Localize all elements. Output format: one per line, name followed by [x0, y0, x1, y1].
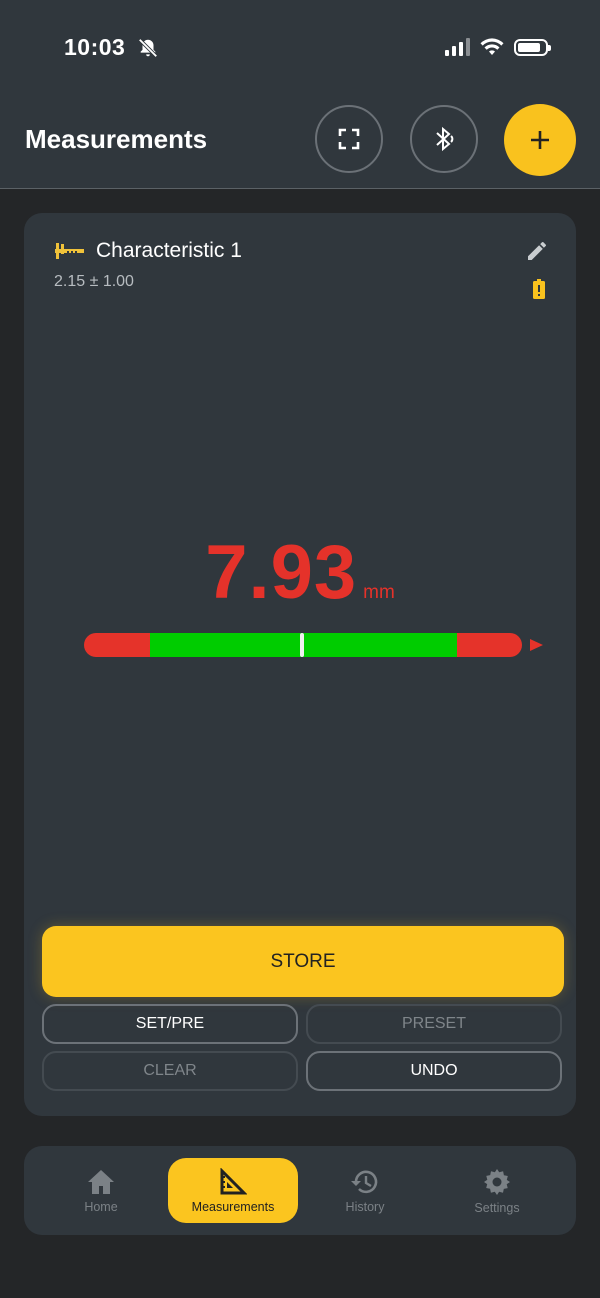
set-pre-button[interactable]: SET/PRE [42, 1004, 298, 1044]
app-root: 10:03 Measurements Characteristic 1 2.15… [0, 0, 600, 1298]
status-indicators [445, 38, 551, 56]
tolerance-text: 2.15 ± 1.00 [54, 273, 134, 290]
gauge-below-tolerance [84, 633, 150, 657]
reading-value: 7.93 [205, 530, 358, 615]
history-icon [351, 1170, 378, 1193]
battery-alert-icon [533, 279, 545, 299]
measurement-card: Characteristic 1 2.15 ± 1.00 7.93 mm STOR… [24, 213, 576, 1116]
cellular-signal-icon [445, 38, 470, 56]
plus-icon [531, 131, 549, 149]
nav-label-settings: Settings [474, 1200, 520, 1215]
status-time: 10:03 [64, 34, 126, 60]
undo-button[interactable]: UNDO [306, 1051, 562, 1091]
nav-label-measurements: Measurements [191, 1199, 275, 1214]
set-square-icon [220, 1167, 247, 1194]
nav-item-history[interactable]: History [300, 1158, 430, 1223]
battery-icon [514, 38, 551, 56]
wifi-icon [480, 38, 504, 55]
nav-item-measurements[interactable]: Measurements [168, 1158, 298, 1223]
page-title: Measurements [25, 124, 208, 154]
gear-icon [484, 1168, 510, 1195]
characteristic-title: Characteristic 1 [96, 239, 242, 262]
store-button[interactable]: STORE [42, 926, 564, 997]
gauge-nominal-marker [300, 633, 304, 657]
out-of-range-arrow-icon [530, 639, 543, 651]
nav-item-settings[interactable]: Settings [432, 1158, 562, 1223]
top-bar: 10:03 Measurements [0, 0, 600, 189]
pencil-icon[interactable] [525, 239, 549, 263]
reading-unit: mm [363, 582, 395, 603]
fullscreen-button[interactable] [315, 105, 383, 173]
nav-label-home: Home [84, 1199, 118, 1214]
gauge-above-tolerance [457, 633, 522, 657]
nav-item-home[interactable]: Home [36, 1158, 166, 1223]
bluetooth-button[interactable] [410, 105, 478, 173]
bell-off-icon [138, 38, 158, 58]
home-icon [88, 1169, 114, 1194]
clear-button[interactable]: CLEAR [42, 1051, 298, 1091]
bottom-navigation: Home Measurements History Settings [24, 1146, 576, 1235]
fullscreen-icon [338, 128, 360, 150]
nav-label-history: History [345, 1199, 385, 1214]
caliper-icon [55, 243, 84, 259]
bluetooth-signal-icon [436, 126, 454, 152]
preset-button[interactable]: PRESET [306, 1004, 562, 1044]
add-button[interactable] [504, 104, 576, 176]
measurement-reading: 7.93 mm [24, 535, 576, 611]
